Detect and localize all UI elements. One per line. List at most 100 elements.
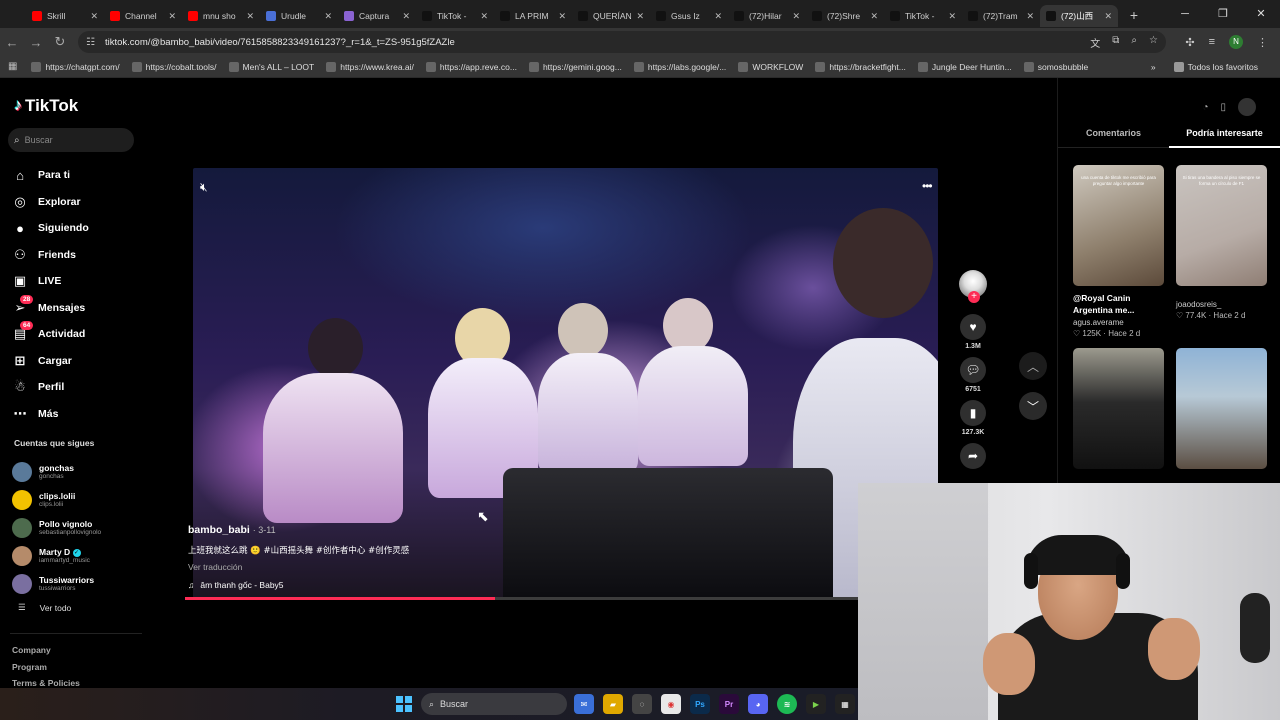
all-bookmarks-button[interactable]: Todos los favoritos	[1173, 62, 1258, 72]
back-button[interactable]: ←	[0, 35, 24, 50]
card-username[interactable]: joaodosreis_	[1176, 300, 1267, 309]
mail-app-icon[interactable]: ✉	[574, 694, 594, 714]
nav-item-live[interactable]: ▣ LIVE	[12, 268, 89, 295]
card-username[interactable]: agus.averame	[1073, 318, 1164, 327]
tab-close-icon[interactable]: ✕	[168, 11, 176, 22]
spotify-icon[interactable]: ≋	[777, 694, 797, 714]
nav-item-siguiendo[interactable]: ● Siguiendo	[12, 215, 89, 242]
video-thumbnail[interactable]	[1176, 348, 1267, 469]
following-account[interactable]: Marty D ✓ iammartyd_music	[12, 542, 101, 570]
menu-icon[interactable]: ⋮	[1257, 36, 1268, 49]
taskbar-search[interactable]: ⌕ Buscar	[421, 693, 567, 715]
video-author[interactable]: bambo_babi · 3-11	[188, 524, 409, 536]
tab-close-icon[interactable]: ✕	[324, 11, 332, 22]
browser-tab[interactable]: (72)山西 ✕	[1040, 5, 1118, 27]
tab-close-icon[interactable]: ✕	[636, 11, 644, 22]
tab-close-icon[interactable]: ✕	[558, 11, 566, 22]
nav-item-mensajes[interactable]: ➢ 28 Mensajes	[12, 294, 89, 322]
browser-tab[interactable]: LA PRIM ✕	[494, 5, 572, 27]
video-thumbnail[interactable]	[1073, 348, 1164, 469]
maximize-button[interactable]: ❐	[1204, 0, 1242, 28]
app-icon[interactable]: ◌	[632, 694, 652, 714]
bookmark-item[interactable]: https://gemini.goog...	[528, 61, 622, 72]
browser-tab[interactable]: Gsus Iz ✕	[650, 5, 728, 27]
video-sound[interactable]: ♫ âm thanh gốc - Baby5	[188, 580, 409, 590]
following-account[interactable]: Tussiwarriors tussiwarriors	[12, 570, 101, 598]
nav-item-explorar[interactable]: ◎ Explorar	[12, 189, 89, 216]
bookmark-item[interactable]: somosbubble	[1023, 61, 1088, 72]
user-avatar[interactable]	[1238, 98, 1256, 116]
browser-tab[interactable]: mnu sho ✕	[182, 5, 260, 27]
tab-close-icon[interactable]: ✕	[90, 11, 98, 22]
close-window-button[interactable]: ✕	[1242, 0, 1280, 28]
zoom-icon[interactable]: ⌕	[1131, 35, 1137, 50]
tab-suggested[interactable]: Podría interesarte	[1169, 128, 1280, 148]
see-translation-link[interactable]: Ver traducción	[188, 562, 409, 572]
bookmark-item[interactable]: https://labs.google/...	[633, 61, 726, 72]
suggested-video-card[interactable]: una cuenta de tiktok me escribió para pr…	[1073, 165, 1164, 338]
browser-tab[interactable]: (72)Tram ✕	[962, 5, 1040, 27]
file-explorer-icon[interactable]: ▰	[603, 694, 623, 714]
browser-tab[interactable]: (72)Hilar ✕	[728, 5, 806, 27]
discord-icon[interactable]: ◕	[748, 694, 768, 714]
apps-icon[interactable]: ▦	[8, 61, 17, 72]
nav-item-más[interactable]: ⋯ Más	[12, 401, 89, 428]
suggested-video-card[interactable]: Si tiras una bandera al piso siempre se …	[1176, 165, 1267, 338]
browser-tab[interactable]: QUERÍAN ✕	[572, 5, 650, 27]
bookmark-star-icon[interactable]: ☆	[1149, 35, 1158, 50]
photoshop-icon[interactable]: Ps	[690, 694, 710, 714]
nav-item-actividad[interactable]: ▤ 64 Actividad	[12, 321, 89, 348]
share-button[interactable]: ➦	[960, 443, 986, 469]
bookmark-item[interactable]: https://app.reve.co...	[425, 61, 517, 72]
follow-plus-icon[interactable]: +	[968, 291, 980, 303]
creator-avatar[interactable]: +	[959, 270, 987, 303]
browser-tab[interactable]: Urudle ✕	[260, 5, 338, 27]
video-progress-bar[interactable]	[185, 597, 859, 600]
see-all-button[interactable]: ☰ Ver todo	[12, 602, 101, 613]
following-account[interactable]: clips.lolii clips.lolii	[12, 486, 101, 514]
extensions-icon[interactable]: ✣	[1185, 36, 1194, 49]
autoscroll-icon[interactable]: ◔	[1202, 102, 1208, 113]
like-button[interactable]: ♥	[960, 314, 986, 340]
tab-close-icon[interactable]: ✕	[792, 11, 800, 22]
bookmark-item[interactable]: Men's ALL – LOOT	[228, 61, 314, 72]
install-icon[interactable]: ⧉	[1112, 35, 1119, 50]
reload-button[interactable]: ↻	[48, 34, 72, 50]
new-tab-button[interactable]: +	[1124, 7, 1144, 23]
tab-close-icon[interactable]: ✕	[480, 11, 488, 22]
profile-avatar[interactable]: N	[1229, 35, 1243, 49]
video-more-icon[interactable]: •••	[922, 179, 933, 193]
device-icon[interactable]: ▯	[1220, 102, 1226, 113]
tab-close-icon[interactable]: ✕	[246, 11, 254, 22]
following-account[interactable]: gonchas gonchas	[12, 458, 101, 486]
bookmark-item[interactable]: https://chatgpt.com/	[31, 61, 120, 72]
premiere-icon[interactable]: Pr	[719, 694, 739, 714]
browser-tab[interactable]: Channel ✕	[104, 5, 182, 27]
following-account[interactable]: Pollo vignolo sebastianpollovignolo	[12, 514, 101, 542]
media-icon[interactable]: ≡	[1209, 36, 1215, 48]
browser-tab[interactable]: TikTok - ✕	[416, 5, 494, 27]
nav-item-cargar[interactable]: ⊞ Cargar	[12, 348, 89, 375]
nav-item-para-ti[interactable]: ⌂ Para ti	[12, 162, 89, 189]
bookmarks-overflow-icon[interactable]: »	[1151, 62, 1156, 72]
comment-button[interactable]: 💬︎	[960, 357, 986, 383]
search-input[interactable]: ⌕ Buscar	[8, 128, 134, 152]
video-thumbnail[interactable]: Si tiras una bandera al piso siempre se …	[1176, 165, 1267, 286]
tab-close-icon[interactable]: ✕	[948, 11, 956, 22]
tab-close-icon[interactable]: ✕	[1104, 11, 1112, 22]
suggested-video-card[interactable]	[1073, 348, 1164, 469]
tab-close-icon[interactable]: ✕	[402, 11, 410, 22]
epic-games-icon[interactable]: ▦	[835, 694, 855, 714]
windows-start-icon[interactable]	[396, 696, 412, 712]
suggested-video-card[interactable]	[1176, 348, 1267, 469]
tab-close-icon[interactable]: ✕	[1026, 11, 1034, 22]
previous-video-button[interactable]: ︿	[1019, 352, 1047, 380]
chrome-icon[interactable]: ◉	[661, 694, 681, 714]
footer-link[interactable]: Company	[12, 642, 80, 659]
tab-close-icon[interactable]: ✕	[870, 11, 878, 22]
tab-close-icon[interactable]: ✕	[714, 11, 722, 22]
bookmark-item[interactable]: WORKFLOW	[738, 61, 803, 72]
tiktok-logo[interactable]: ♪ TikTok	[14, 96, 78, 116]
nav-item-perfil[interactable]: ☃ Perfil	[12, 374, 89, 401]
browser-tab[interactable]: Captura ✕	[338, 5, 416, 27]
